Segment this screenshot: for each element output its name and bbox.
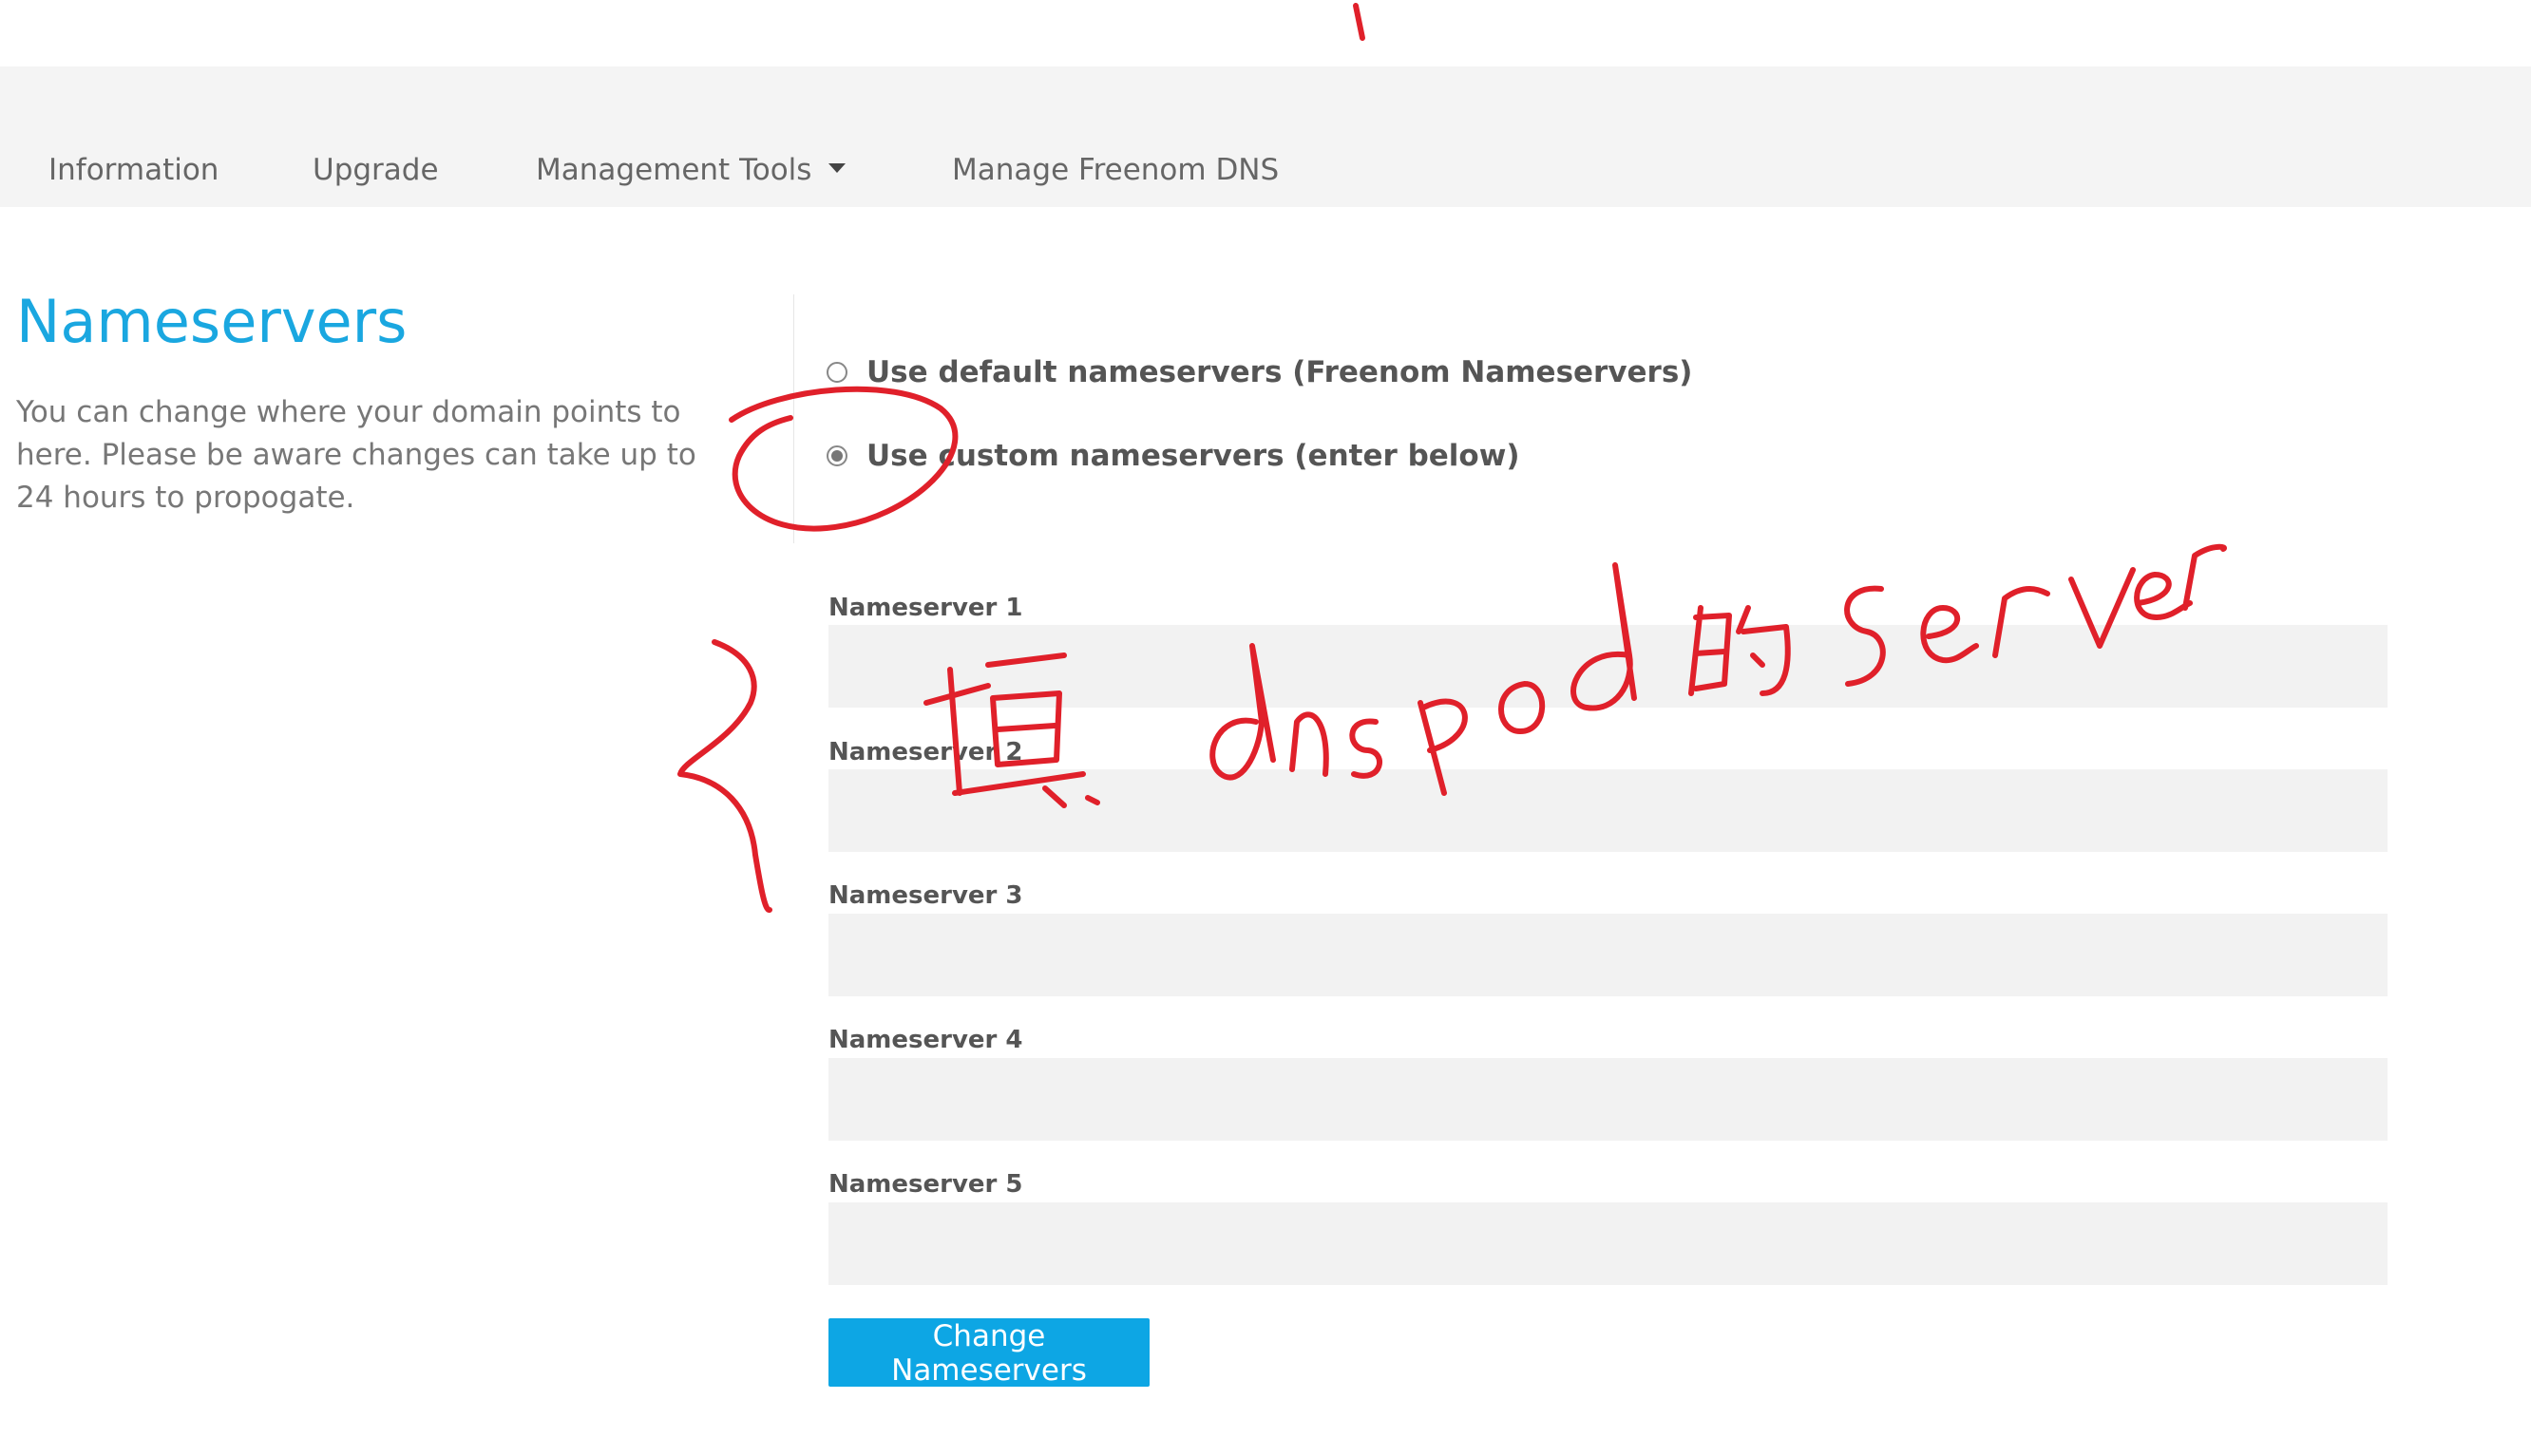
change-nameservers-button[interactable]: Change Nameservers <box>828 1318 1150 1387</box>
nameserver-2-label: Nameserver 2 <box>828 740 1023 765</box>
nameserver-1-label: Nameserver 1 <box>828 596 1023 620</box>
custom-nameservers-label: Use custom nameservers (enter below) <box>866 439 1520 473</box>
nameserver-2-input[interactable] <box>828 769 2388 852</box>
column-divider <box>793 294 794 543</box>
page-title: Nameservers <box>16 293 407 351</box>
nameserver-1-input[interactable] <box>828 625 2388 708</box>
nav-management-tools[interactable]: Management Tools <box>536 156 811 185</box>
default-nameservers-label: Use default nameservers (Freenom Nameser… <box>866 355 1692 389</box>
chevron-down-icon[interactable] <box>828 163 846 173</box>
radio-custom[interactable] <box>827 445 847 466</box>
nameserver-4-label: Nameserver 4 <box>828 1028 1023 1052</box>
nav-manage-freenom-dns[interactable]: Manage Freenom DNS <box>952 156 1279 185</box>
nameserver-4-input[interactable] <box>828 1058 2388 1141</box>
radio-default[interactable] <box>827 362 847 383</box>
nameserver-5-input[interactable] <box>828 1202 2388 1285</box>
nav-upgrade[interactable]: Upgrade <box>313 156 439 185</box>
section-description: You can change where your domain points … <box>16 391 738 520</box>
nameserver-3-label: Nameserver 3 <box>828 883 1023 908</box>
custom-nameservers-option[interactable]: Use custom nameservers (enter below) <box>827 439 1520 473</box>
nameserver-3-input[interactable] <box>828 914 2388 996</box>
default-nameservers-option[interactable]: Use default nameservers (Freenom Nameser… <box>827 355 1692 389</box>
nameserver-5-label: Nameserver 5 <box>828 1172 1023 1197</box>
nav-information[interactable]: Information <box>48 156 219 185</box>
